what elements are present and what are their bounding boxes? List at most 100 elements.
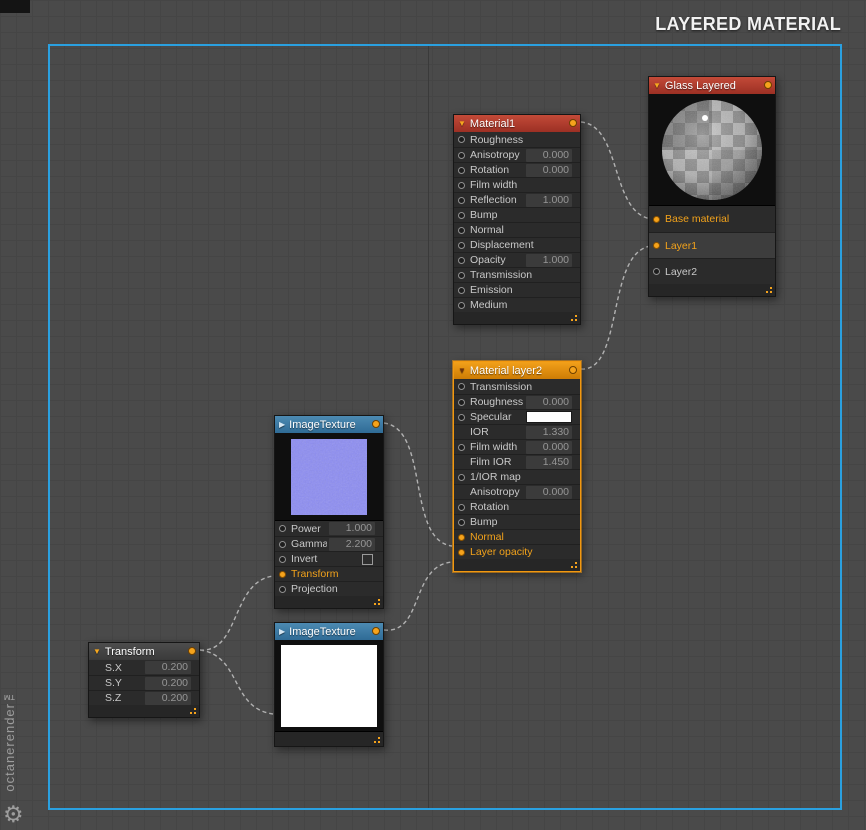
input-pin[interactable] bbox=[458, 226, 465, 234]
pin-row-invert[interactable]: Invert bbox=[275, 551, 383, 566]
collapse-icon[interactable]: ▼ bbox=[458, 366, 466, 375]
input-pin[interactable] bbox=[458, 443, 465, 451]
input-pin[interactable] bbox=[458, 548, 465, 556]
node-header-material1[interactable]: ▼ Material1 bbox=[454, 115, 580, 132]
resize-handle[interactable] bbox=[764, 285, 772, 293]
input-pin[interactable] bbox=[458, 286, 465, 294]
input-pin[interactable] bbox=[458, 383, 465, 390]
node-header-glass-layered[interactable]: ▼ Glass Layered bbox=[649, 77, 775, 94]
value-field[interactable]: 1.000 bbox=[526, 193, 572, 207]
input-pin[interactable] bbox=[458, 181, 465, 189]
value-field[interactable]: 0.000 bbox=[526, 440, 572, 454]
input-pin[interactable] bbox=[458, 241, 465, 249]
value-field[interactable]: 1.000 bbox=[526, 253, 572, 267]
pin-row-rotation[interactable]: Rotation 0.000 bbox=[454, 162, 580, 177]
pin-row-film-width[interactable]: Film width bbox=[454, 177, 580, 192]
pin-row-displacement[interactable]: Displacement bbox=[454, 237, 580, 252]
input-pin[interactable] bbox=[653, 242, 660, 249]
input-pin[interactable] bbox=[458, 503, 465, 511]
pin-row-s-x[interactable]: S.X 0.200 bbox=[89, 660, 199, 675]
pin-row-normal[interactable]: Normal bbox=[454, 222, 580, 237]
value-field[interactable]: 1.000 bbox=[329, 522, 375, 535]
node-header-imagetexture-white[interactable]: ▶ ImageTexture bbox=[275, 623, 383, 640]
input-pin[interactable] bbox=[279, 540, 286, 548]
value-field[interactable]: 0.000 bbox=[526, 148, 572, 162]
value-field[interactable]: 0.000 bbox=[526, 395, 572, 409]
resize-handle[interactable] bbox=[569, 560, 577, 568]
input-pin[interactable] bbox=[458, 151, 465, 159]
pin-row-roughness[interactable]: Roughness bbox=[454, 132, 580, 147]
input-pin[interactable] bbox=[458, 473, 465, 481]
pin-row-transform[interactable]: Transform bbox=[275, 566, 383, 581]
output-pin[interactable] bbox=[569, 119, 577, 127]
color-swatch[interactable] bbox=[526, 411, 572, 423]
output-pin[interactable] bbox=[764, 81, 772, 89]
input-pin[interactable] bbox=[458, 211, 465, 219]
collapse-icon[interactable]: ▶ bbox=[279, 627, 285, 636]
pin-row-opacity[interactable]: Opacity 1.000 bbox=[454, 252, 580, 267]
output-pin[interactable] bbox=[188, 647, 196, 655]
input-pin[interactable] bbox=[279, 555, 286, 563]
value-field[interactable]: 0.000 bbox=[526, 163, 572, 177]
material-preview[interactable] bbox=[649, 94, 775, 206]
input-pin[interactable] bbox=[458, 196, 465, 204]
input-pin[interactable] bbox=[458, 301, 465, 309]
pin-row-film-width[interactable]: Film width 0.000 bbox=[454, 439, 580, 454]
resize-handle[interactable] bbox=[372, 735, 380, 743]
input-pin[interactable] bbox=[653, 215, 660, 223]
collapse-icon[interactable]: ▼ bbox=[93, 647, 101, 656]
value-field[interactable]: 0.000 bbox=[526, 485, 572, 499]
pin-row-film-ior[interactable]: Film IOR 1.450 bbox=[454, 454, 580, 469]
pin-row-medium[interactable]: Medium bbox=[454, 297, 580, 312]
pin-row-roughness[interactable]: Roughness 0.000 bbox=[454, 394, 580, 409]
pin-row-base-material[interactable]: Base material bbox=[649, 206, 775, 232]
value-field[interactable]: 0.200 bbox=[145, 691, 191, 705]
invert-checkbox[interactable] bbox=[362, 553, 373, 565]
texture-preview-white[interactable] bbox=[275, 640, 383, 732]
input-pin[interactable] bbox=[279, 585, 286, 593]
resize-handle[interactable] bbox=[372, 597, 380, 605]
pin-row-transmission[interactable]: Transmission bbox=[454, 379, 580, 394]
value-field[interactable]: 0.200 bbox=[145, 676, 191, 690]
input-pin[interactable] bbox=[279, 525, 286, 532]
output-pin[interactable] bbox=[372, 627, 380, 635]
pin-row-anisotropy[interactable]: Anisotropy 0.000 bbox=[454, 147, 580, 162]
pin-row-reflection[interactable]: Reflection 1.000 bbox=[454, 192, 580, 207]
pin-row-gamma[interactable]: Gamma 2.200 bbox=[275, 536, 383, 551]
input-pin[interactable] bbox=[458, 166, 465, 174]
pin-row-emission[interactable]: Emission bbox=[454, 282, 580, 297]
output-pin[interactable] bbox=[569, 366, 577, 374]
output-pin[interactable] bbox=[372, 420, 380, 428]
value-field[interactable]: 1.330 bbox=[526, 425, 572, 439]
pin-row-rotation[interactable]: Rotation bbox=[454, 499, 580, 514]
collapse-icon[interactable]: ▶ bbox=[279, 420, 285, 429]
value-field[interactable]: 1.450 bbox=[526, 455, 572, 469]
node-header-imagetexture-blue[interactable]: ▶ ImageTexture bbox=[275, 416, 383, 433]
collapse-icon[interactable]: ▼ bbox=[653, 81, 661, 90]
pin-row-1-ior-map[interactable]: 1/IOR map bbox=[454, 469, 580, 484]
pin-row-power[interactable]: Power 1.000 bbox=[275, 521, 383, 536]
input-pin[interactable] bbox=[458, 518, 465, 526]
pin-row-bump[interactable]: Bump bbox=[454, 207, 580, 222]
input-pin[interactable] bbox=[458, 256, 465, 264]
input-pin[interactable] bbox=[458, 533, 465, 541]
pin-row-normal[interactable]: Normal bbox=[454, 529, 580, 544]
pin-row-layer1[interactable]: Layer1 bbox=[649, 232, 775, 258]
pin-row-layer2[interactable]: Layer2 bbox=[649, 258, 775, 284]
input-pin[interactable] bbox=[458, 398, 465, 406]
input-pin[interactable] bbox=[458, 271, 465, 279]
value-field[interactable]: 0.200 bbox=[145, 661, 191, 674]
collapse-icon[interactable]: ▼ bbox=[458, 119, 466, 128]
pin-row-ior[interactable]: IOR 1.330 bbox=[454, 424, 580, 439]
resize-handle[interactable] bbox=[188, 706, 196, 714]
node-header-material-layer2[interactable]: ▼ Material layer2 bbox=[454, 362, 580, 379]
input-pin[interactable] bbox=[458, 136, 465, 143]
value-field[interactable]: 2.200 bbox=[329, 537, 375, 551]
input-pin[interactable] bbox=[279, 570, 286, 578]
pin-row-bump[interactable]: Bump bbox=[454, 514, 580, 529]
pin-row-projection[interactable]: Projection bbox=[275, 581, 383, 596]
input-pin[interactable] bbox=[458, 413, 465, 421]
input-pin[interactable] bbox=[653, 268, 660, 275]
pin-row-s-y[interactable]: S.Y 0.200 bbox=[89, 675, 199, 690]
pin-row-specular[interactable]: Specular bbox=[454, 409, 580, 424]
